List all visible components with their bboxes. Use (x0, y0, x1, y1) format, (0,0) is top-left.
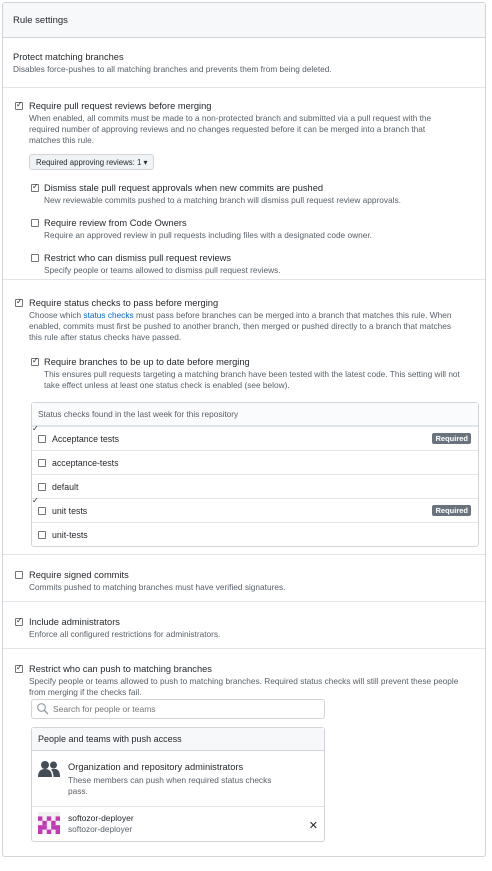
required-badge: Required (432, 505, 471, 516)
restrict-push-desc-1: Specify people or teams allowed to push … (29, 676, 459, 686)
protect-desc: Disables force-pushes to all matching br… (13, 64, 332, 74)
required-reviews-select[interactable]: Required approving reviews: 1 ▾ (29, 154, 155, 170)
status-check-checkbox[interactable] (38, 434, 46, 443)
status-checks-list-header: Status checks found in the last week for… (32, 403, 478, 426)
status-checks-title[interactable]: Require status checks to pass before mer… (29, 297, 218, 309)
signed-commits-section: Require signed commits Commits pushed to… (3, 554, 485, 601)
code-owners-desc: Require an approved review in pull reque… (44, 230, 372, 240)
up-to-date-title[interactable]: Require branches to be up to date before… (44, 356, 250, 368)
user-login: softozor-deployer (68, 824, 133, 834)
restrict-dismiss-checkbox[interactable] (31, 254, 39, 262)
code-owners-title[interactable]: Require review from Code Owners (44, 217, 187, 229)
panel-header: Rule settings (3, 3, 485, 38)
status-checks-list: Status checks found in the last week for… (31, 402, 479, 547)
include-admins-desc: Enforce all configured restrictions for … (29, 629, 221, 639)
remove-user-button[interactable]: ✕ (309, 819, 318, 832)
status-check-row[interactable]: unit-tests (32, 522, 478, 546)
pr-reviews-section: Require pull request reviews before merg… (3, 87, 485, 279)
push-access-header: People and teams with push access (32, 728, 324, 751)
pr-reviews-desc-3: matches this rule. (29, 135, 95, 145)
status-check-row[interactable]: default (32, 474, 478, 498)
people-search-field[interactable] (31, 699, 325, 719)
org-admins-title: Organization and repository administrato… (68, 762, 244, 772)
status-check-row[interactable]: acceptance-tests (32, 450, 478, 474)
restrict-push-section: Restrict who can push to matching branch… (3, 648, 485, 856)
status-check-row[interactable]: Acceptance tests Required (32, 426, 478, 450)
status-check-name: unit-tests (52, 529, 88, 540)
status-check-name: Acceptance tests (52, 433, 119, 444)
dismiss-stale-title[interactable]: Dismiss stale pull request approvals whe… (44, 182, 323, 194)
restrict-push-desc-2: from merging if the checks fail. (29, 687, 142, 697)
org-admins-row: Organization and repository administrato… (32, 751, 324, 807)
status-check-name: default (52, 481, 79, 492)
avatar (38, 812, 60, 834)
code-owners-checkbox[interactable] (31, 219, 39, 227)
search-icon (37, 703, 49, 715)
required-badge: Required (432, 433, 471, 444)
org-admins-desc-2: pass. (68, 786, 88, 796)
status-check-name: unit tests (52, 505, 88, 516)
restrict-push-title[interactable]: Restrict who can push to matching branch… (29, 663, 212, 675)
org-admins-desc-1: These members can push when required sta… (68, 775, 272, 785)
include-admins-section: Include administrators Enforce all confi… (3, 601, 485, 648)
signed-commits-title[interactable]: Require signed commits (29, 569, 129, 581)
status-check-checkbox[interactable] (38, 482, 46, 491)
status-check-checkbox[interactable] (38, 530, 46, 539)
signed-commits-checkbox[interactable] (15, 571, 23, 579)
status-check-checkbox[interactable] (38, 458, 46, 467)
panel-title: Rule settings (13, 14, 68, 26)
status-checks-section: Require status checks to pass before mer… (3, 279, 485, 554)
pr-reviews-checkbox[interactable] (15, 100, 23, 110)
include-admins-title[interactable]: Include administrators (29, 616, 120, 628)
status-checks-link[interactable]: status checks (83, 310, 133, 320)
restrict-dismiss-title[interactable]: Restrict who can dismiss pull request re… (44, 252, 231, 264)
status-check-row[interactable]: unit tests Required (32, 498, 478, 522)
status-checks-checkbox[interactable] (15, 297, 23, 307)
status-checks-desc-3: this rule after status checks have passe… (29, 332, 182, 342)
people-icon (38, 761, 60, 777)
pr-reviews-desc-1: When enabled, all commits must be made t… (29, 113, 432, 123)
status-check-name: acceptance-tests (52, 457, 119, 468)
up-to-date-desc-1: This ensures pull requests targeting a m… (44, 369, 460, 379)
push-access-list: People and teams with push access Organi… (31, 727, 325, 842)
people-search-input[interactable] (53, 704, 303, 714)
rule-settings-panel: Rule settings Protect matching branches … (2, 2, 486, 857)
up-to-date-checkbox[interactable] (31, 356, 39, 366)
pr-reviews-desc-2: required number of approving reviews and… (29, 124, 426, 134)
signed-commits-desc: Commits pushed to matching branches must… (29, 582, 286, 592)
dismiss-stale-desc: New reviewable commits pushed to a match… (44, 195, 401, 205)
status-check-checkbox[interactable] (38, 506, 46, 515)
protect-title: Protect matching branches (13, 52, 124, 62)
restrict-push-checkbox[interactable] (15, 663, 23, 673)
pr-reviews-title[interactable]: Require pull request reviews before merg… (29, 100, 211, 112)
status-checks-desc-1: Choose which status checks must pass bef… (29, 310, 452, 320)
push-user-row: softozor-deployer softozor-deployer ✕ (32, 807, 324, 840)
user-name: softozor-deployer (68, 813, 134, 823)
restrict-dismiss-desc: Specify people or teams allowed to dismi… (44, 265, 281, 275)
include-admins-checkbox[interactable] (15, 616, 23, 626)
up-to-date-desc-2: take effect unless at least one status c… (44, 380, 290, 390)
protect-section: Protect matching branches Disables force… (3, 38, 485, 86)
status-checks-desc-2: enabled, commits must first be pushed to… (29, 321, 451, 331)
dismiss-stale-checkbox[interactable] (31, 182, 39, 192)
